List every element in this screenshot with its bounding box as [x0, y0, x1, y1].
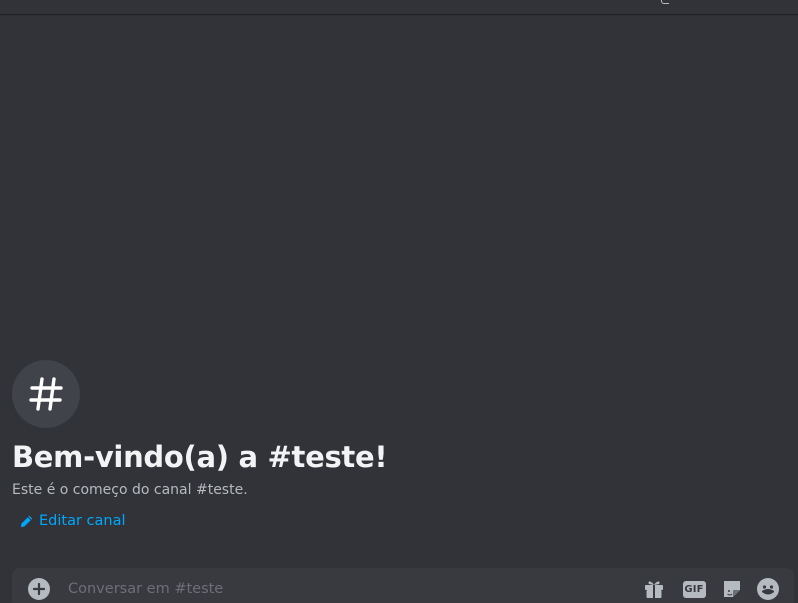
emoji-button[interactable]: [756, 577, 780, 601]
edit-channel-label: Editar canal: [39, 513, 126, 529]
hash-icon: [12, 360, 80, 428]
message-input[interactable]: [68, 578, 628, 600]
gift-button[interactable]: [642, 577, 666, 601]
gift-icon: [645, 581, 663, 598]
emoji-icon: [757, 578, 779, 600]
edit-channel-button[interactable]: Editar canal: [20, 513, 126, 529]
channel-header: [0, 0, 798, 14]
gif-icon: GIF: [682, 580, 706, 598]
welcome-title: Bem-vindo(a) a #teste!: [12, 440, 388, 474]
chat-area: Bem-vindo(a) a #teste! Este é o começo d…: [0, 0, 798, 603]
add-attachment-button[interactable]: [28, 578, 50, 600]
sticker-button[interactable]: [720, 577, 744, 601]
channel-welcome: Bem-vindo(a) a #teste! Este é o começo d…: [12, 360, 772, 532]
message-composer: GIF: [12, 568, 794, 603]
gif-button[interactable]: GIF: [682, 577, 706, 601]
pencil-icon: [20, 515, 33, 527]
plus-icon: [33, 583, 45, 595]
sticker-icon: [724, 581, 740, 597]
header-icon-fragment[interactable]: [661, 0, 669, 4]
welcome-subtitle: Este é o começo do canal #teste.: [12, 482, 248, 498]
